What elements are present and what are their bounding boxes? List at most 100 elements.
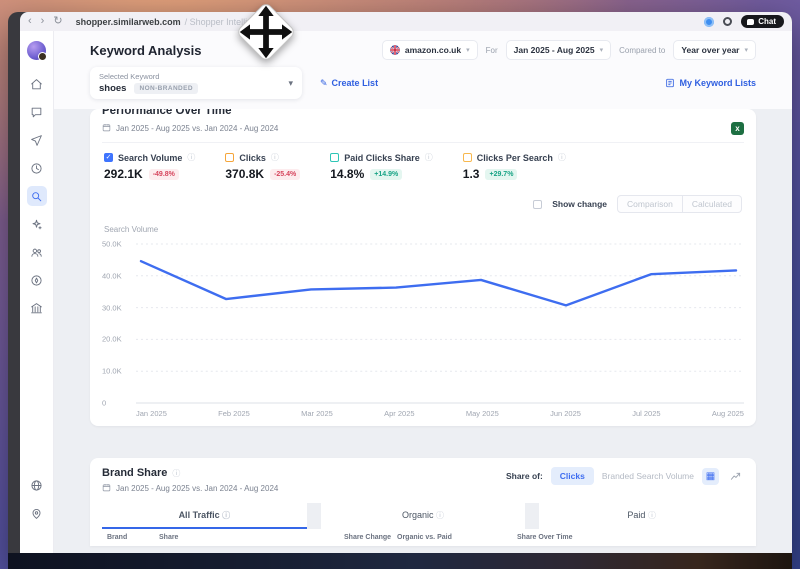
change-badge: -49.8% [148, 168, 179, 180]
metric-clicks[interactable]: Clicks ⓘ 370.8K -25.4% [225, 152, 301, 181]
comparison-button[interactable]: Comparison [617, 195, 683, 213]
list-icon [666, 78, 675, 88]
show-change-checkbox[interactable] [533, 199, 543, 209]
domain-select[interactable]: amazon.co.uk ▾ [381, 40, 478, 60]
metric-label: Clicks Per Search [476, 152, 553, 163]
change-badge: +29.7% [485, 168, 518, 180]
chart-toolbar: Show change Comparison Calculated [102, 189, 744, 223]
create-list-button[interactable]: ✎ Create List [320, 78, 378, 89]
account-icon[interactable] [723, 17, 733, 26]
tab-label: Paid [627, 510, 646, 520]
browser-window: ‹ › ↻ shopper.similarweb.com / Shopper I… [8, 12, 792, 569]
metric-label: Search Volume [118, 152, 183, 163]
search-icon[interactable] [26, 186, 47, 206]
my-keyword-lists-label: My Keyword Lists [679, 78, 756, 88]
col-organic-vs-paid: Organic vs. Paid [397, 534, 452, 541]
col-share-over-time: Share Over Time [517, 534, 573, 541]
performance-date-range: Jan 2025 - Aug 2025 vs. Jan 2024 - Aug 2… [116, 124, 279, 133]
table-view-icon[interactable]: ▦ [702, 467, 719, 485]
col-share-change: Share Change [344, 534, 392, 541]
tab-label: All Traffic [178, 510, 220, 520]
scroll-content: Performance Over Time Jan 2025 - Aug 202… [54, 109, 792, 569]
selected-keyword-value: shoes [99, 83, 127, 94]
info-icon: ⓘ [270, 153, 279, 162]
reload-icon[interactable]: ↻ [53, 16, 62, 27]
comparison-select[interactable]: Year over year ▾ [673, 40, 756, 60]
brand-share-title: Brand Share [102, 467, 168, 479]
comparison-value: Year over year [681, 45, 740, 55]
create-list-label: Create List [331, 78, 379, 88]
sparkles-icon[interactable] [27, 214, 47, 234]
selected-keyword-card[interactable]: Selected Keyword shoes NON-BRANDED ▾ [90, 67, 302, 99]
calculated-button[interactable]: Calculated [682, 195, 742, 213]
y-axis-title: Search Volume [104, 225, 159, 234]
change-badge: +14.9% [370, 168, 403, 180]
tab-label: Organic [401, 510, 434, 520]
window-bottom-frame [8, 553, 792, 569]
uk-flag-icon [389, 45, 400, 55]
x-axis-labels: Jan 2025 Feb 2025 Mar 2025 Apr 2025 May 2025… [136, 409, 744, 418]
users-icon[interactable] [27, 242, 47, 262]
sidebar-rail [20, 31, 54, 569]
pencil-icon: ✎ [320, 77, 328, 88]
paid-clicks-share-checkbox[interactable] [330, 153, 340, 162]
pin-icon[interactable] [27, 503, 47, 523]
performance-title: Performance Over Time [102, 109, 232, 117]
compass-icon[interactable] [27, 270, 47, 290]
tab-organic[interactable]: Organic ⓘ [320, 503, 526, 529]
chat-button[interactable]: Chat [741, 15, 784, 28]
search-volume-line-chart [136, 243, 744, 404]
my-keyword-lists-button[interactable]: My Keyword Lists [665, 78, 756, 88]
chevron-down-icon: ▾ [288, 77, 293, 88]
calendar-icon [102, 123, 111, 134]
globe-icon[interactable] [27, 475, 47, 495]
history-icon[interactable] [27, 158, 47, 178]
metric-value: 1.3 [462, 167, 480, 181]
info-icon: ⓘ [436, 511, 445, 520]
tab-all-traffic[interactable]: All Traffic ⓘ [102, 503, 307, 529]
comments-icon[interactable] [27, 102, 47, 122]
chat-label: Chat [758, 17, 776, 26]
brand-share-tabs: All Traffic ⓘ Organic ⓘ Paid ⓘ [102, 503, 745, 529]
for-label: For [485, 45, 498, 55]
metric-label: Paid Clicks Share [344, 152, 420, 163]
desktop: ‹ › ↻ shopper.similarweb.com / Shopper I… [0, 0, 800, 569]
metrics-row: ✓ Search Volume ⓘ 292.1K -49.8% Clicks ⓘ… [102, 143, 744, 189]
calendar-icon [102, 483, 111, 494]
send-icon[interactable] [27, 130, 47, 150]
clicks-checkbox[interactable] [225, 153, 235, 162]
date-range-value: Jan 2025 - Aug 2025 [513, 45, 595, 55]
compared-to-label: Compared to [619, 45, 666, 55]
share-of-clicks-button[interactable]: Clicks [550, 467, 594, 485]
metric-label: Clicks [239, 152, 266, 163]
metric-value: 370.8K [225, 167, 265, 181]
chart-view-icon[interactable] [727, 468, 744, 485]
browser-topbar: ‹ › ↻ shopper.similarweb.com / Shopper I… [20, 12, 792, 31]
metric-clicks-per-search[interactable]: Clicks Per Search ⓘ 1.3 +29.7% [462, 152, 566, 181]
extension-icon[interactable] [704, 16, 715, 27]
clicks-per-search-checkbox[interactable] [462, 153, 472, 162]
tab-paid[interactable]: Paid ⓘ [539, 503, 745, 529]
forward-icon[interactable]: › [41, 16, 45, 27]
non-branded-badge: NON-BRANDED [134, 83, 198, 94]
date-range-select[interactable]: Jan 2025 - Aug 2025 ▾ [505, 40, 612, 60]
excel-export-icon[interactable]: x [731, 122, 744, 135]
info-icon: ⓘ [172, 468, 181, 478]
metric-paid-clicks-share[interactable]: Paid Clicks Share ⓘ 14.8% +14.9% [330, 152, 433, 181]
brand-share-card: Brand Share ⓘ Jan 2025 - Aug 2025 vs. Ja… [90, 458, 756, 546]
home-icon[interactable] [27, 74, 47, 94]
info-icon: ⓘ [647, 511, 656, 520]
user-avatar[interactable] [27, 41, 47, 61]
search-volume-checkbox[interactable]: ✓ [104, 153, 113, 162]
metric-value: 292.1K [104, 167, 143, 181]
line-chart: 50.0K 40.0K 30.0K 20.0K 10.0K 0 [102, 238, 744, 408]
domain-value: amazon.co.uk [404, 45, 462, 55]
bank-icon[interactable] [27, 298, 47, 318]
show-change-label: Show change [552, 199, 607, 209]
info-icon: ⓘ [557, 153, 566, 162]
share-of-branded-search-volume-button[interactable]: Branded Search Volume [602, 471, 694, 481]
metric-search-volume[interactable]: ✓ Search Volume ⓘ 292.1K -49.8% [104, 152, 195, 181]
back-icon[interactable]: ‹ [28, 16, 32, 27]
chevron-down-icon: ▾ [599, 47, 604, 54]
info-icon: ⓘ [424, 153, 433, 162]
